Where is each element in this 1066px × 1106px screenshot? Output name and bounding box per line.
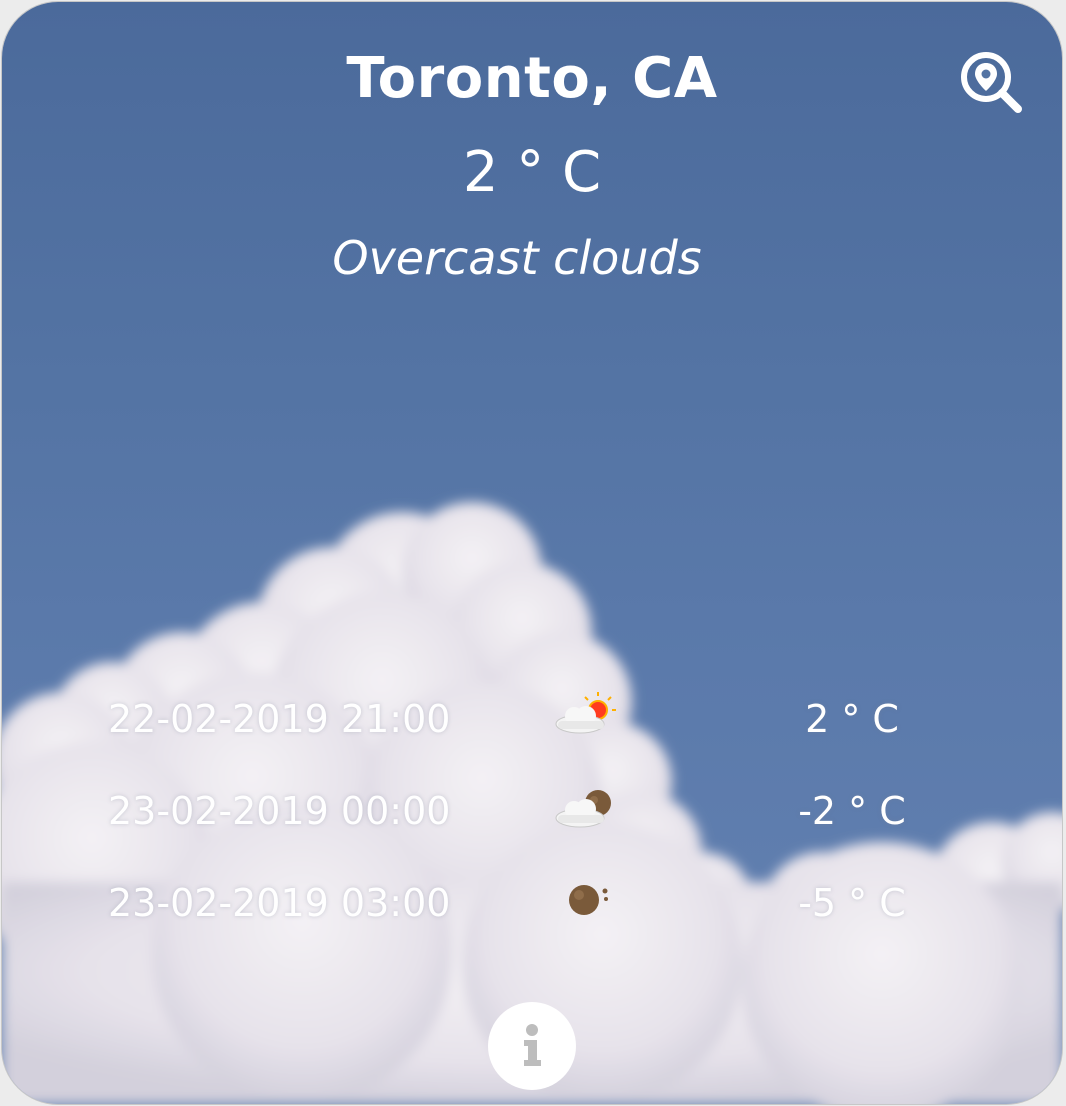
cloud-moon-icon [555, 790, 611, 828]
moon-icon [569, 885, 608, 915]
location-search-icon [961, 52, 1022, 113]
forecast-row: 22-02-2019 21:00 2 ° C [2, 688, 1062, 780]
forecast-temperature: -5 ° C [798, 881, 906, 925]
weather-description: Overcast clouds [332, 231, 702, 285]
forecast-row: 23-02-2019 03:00 -5 ° C [2, 872, 1062, 964]
forecast-list: 22-02-2019 21:00 2 ° C 23-02-2019 00:00 [2, 688, 1062, 964]
forecast-temperature: -2 ° C [798, 789, 906, 833]
forecast-datetime: 22-02-2019 21:00 [108, 697, 451, 741]
forecast-row: 23-02-2019 00:00 -2 ° C [2, 780, 1062, 872]
info-icon [524, 1024, 541, 1066]
city-name: Toronto, CA [346, 46, 718, 111]
forecast-temperature: 2 ° C [805, 697, 899, 741]
forecast-datetime: 23-02-2019 03:00 [108, 881, 451, 925]
weather-widget: Toronto, CA 2 ° C Overcast clouds 22-02-… [2, 2, 1062, 1104]
cloud-sun-icon [555, 692, 616, 734]
info-button[interactable] [488, 1002, 576, 1090]
forecast-datetime: 23-02-2019 00:00 [108, 789, 451, 833]
current-temperature: 2 ° C [462, 140, 602, 205]
location-search-button[interactable] [958, 50, 1024, 114]
